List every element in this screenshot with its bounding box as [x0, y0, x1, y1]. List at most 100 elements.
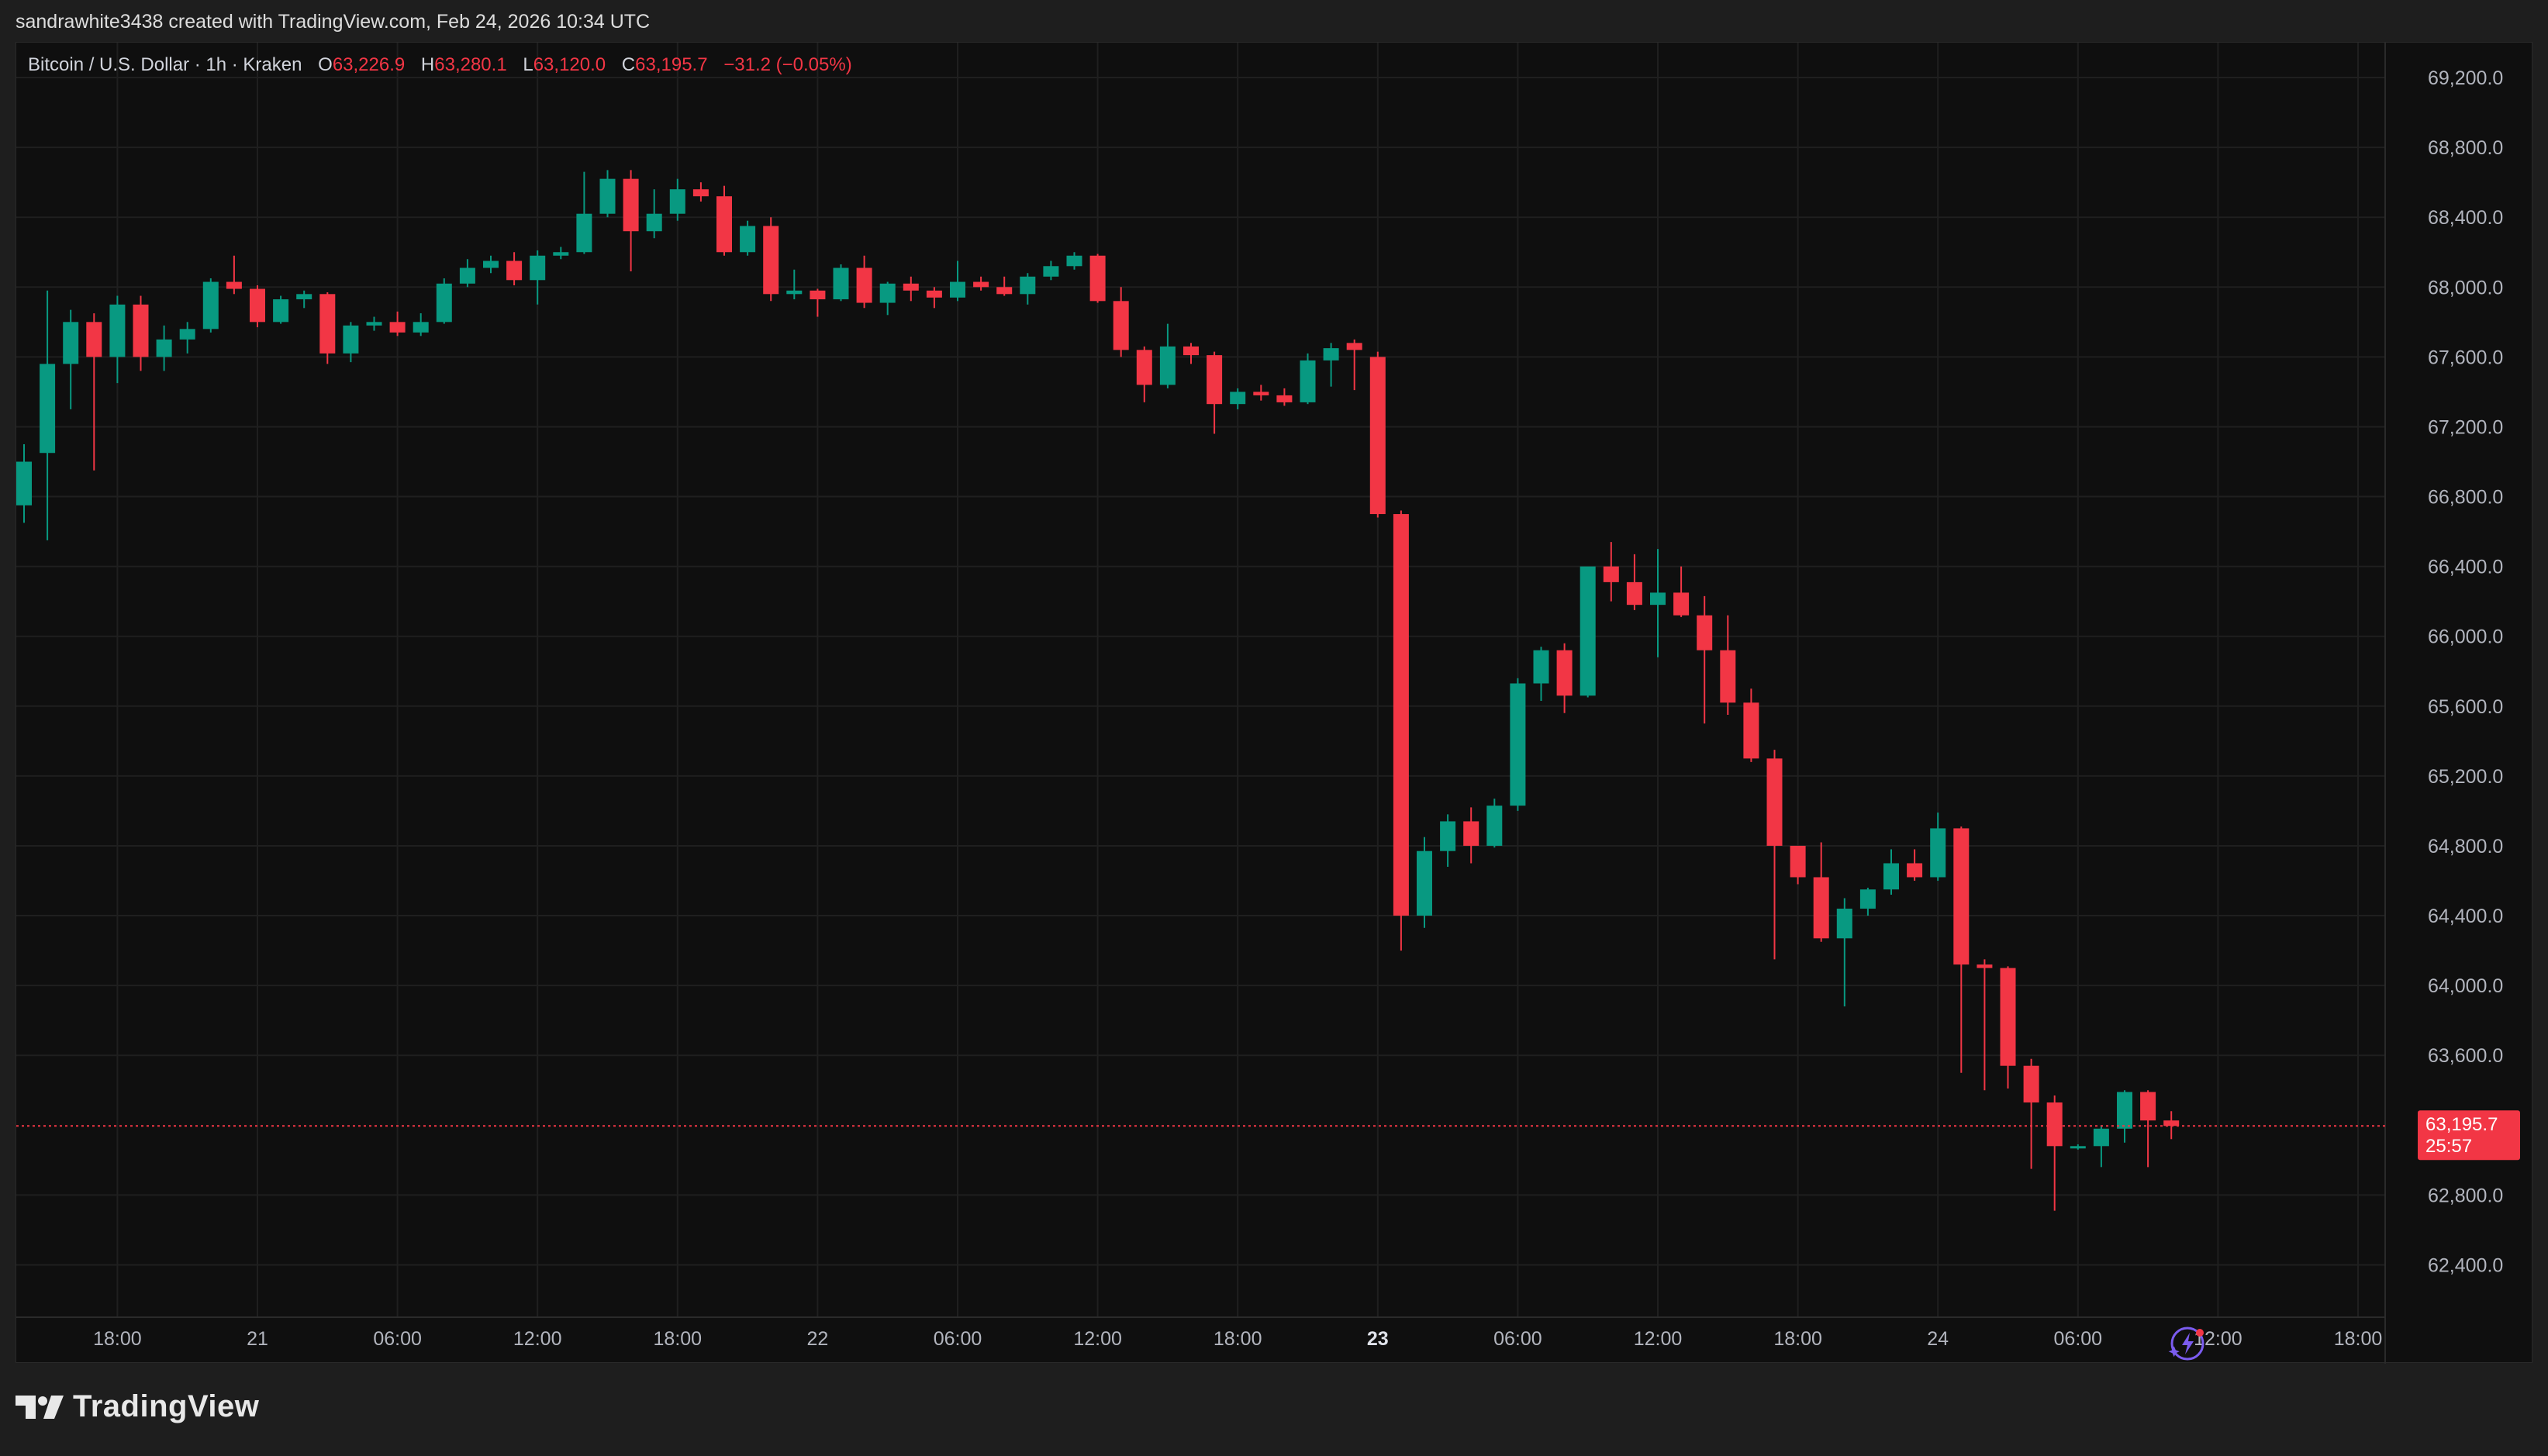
y-tick-label: 68,400.0 — [2428, 207, 2503, 229]
tradingview-logo[interactable]: TradingView — [16, 1389, 259, 1424]
candle-up — [1159, 323, 1176, 388]
x-tick-label: 18:00 — [654, 1328, 703, 1350]
candle-down — [692, 182, 709, 202]
candle-up — [1533, 647, 1549, 702]
candle-up — [1440, 814, 1456, 867]
candle-body — [273, 299, 289, 323]
candle-down — [1953, 826, 1970, 1073]
candle-body — [692, 189, 709, 197]
candle-down — [1673, 566, 1690, 617]
legend-symbol[interactable]: Bitcoin / U.S. Dollar · 1h · Kraken — [28, 54, 302, 75]
candle-body — [2093, 1128, 2109, 1147]
y-tick-label: 66,400.0 — [2428, 557, 2503, 578]
legend-change: −31.2 (−0.05%) — [723, 54, 852, 75]
candle-body — [996, 287, 1013, 295]
candle-up — [63, 309, 79, 409]
candle-body — [1440, 821, 1456, 851]
candle-up — [576, 171, 592, 254]
candle-body — [16, 461, 32, 505]
candle-body — [2023, 1065, 2039, 1102]
price-tag-value: 63,195.7 — [2425, 1114, 2498, 1135]
candle-down — [1556, 643, 1573, 713]
candle-up — [1883, 849, 1899, 895]
x-tick-label: 06:00 — [1493, 1328, 1542, 1350]
candle-body — [1020, 276, 1036, 295]
chart-area[interactable]: 69,200.0 68,800.0 68,400.0 68,000.0 67,600.0… — [16, 42, 2533, 1364]
candle-down — [1089, 254, 1106, 303]
y-tick-label: 68,000.0 — [2428, 277, 2503, 298]
x-tick-label: 06:00 — [934, 1328, 982, 1350]
candle-up — [1510, 678, 1526, 811]
legend-close-label: C — [621, 54, 636, 75]
candlestick-chart[interactable]: 69,200.0 68,800.0 68,400.0 68,000.0 67,600.0… — [16, 43, 2533, 1364]
candle-down — [1813, 842, 1829, 942]
candle-body — [1556, 650, 1573, 696]
candle-down — [1907, 849, 1923, 881]
candle-down — [226, 255, 242, 295]
x-tick-label: 12:00 — [1073, 1328, 1122, 1350]
candle-body — [1417, 850, 1432, 916]
candle-body — [1369, 357, 1386, 515]
candle-body — [1743, 702, 1759, 759]
candle-body — [2140, 1092, 2156, 1121]
candle-body — [1813, 877, 1829, 939]
candle-body — [833, 267, 849, 300]
candle-body — [740, 226, 756, 253]
candle-body — [1510, 683, 1526, 806]
y-tick-label: 67,200.0 — [2428, 416, 2503, 438]
candle-down — [1697, 595, 1713, 724]
y-tick-label: 68,800.0 — [2428, 137, 2503, 159]
tradingview-wordmark: TradingView — [73, 1389, 260, 1423]
candle-body — [599, 178, 616, 214]
candle-up — [273, 295, 289, 324]
candle-body — [1089, 255, 1106, 302]
x-tick-label: 22 — [806, 1328, 828, 1350]
candle-down — [86, 313, 102, 471]
x-tick-label: 23 — [1367, 1328, 1389, 1350]
candle-down — [506, 252, 523, 286]
x-tick-label: 18:00 — [2334, 1328, 2383, 1350]
candle-body — [879, 283, 896, 303]
candle-body — [459, 267, 475, 284]
candle-body — [1276, 395, 1293, 402]
x-axis[interactable]: 18:00 21 06:00 12:00 18:00 22 06:00 12:00 18:00 2… — [93, 1328, 2382, 1350]
candle-body — [623, 178, 639, 232]
legend-open-label: O — [318, 54, 333, 75]
candle-up — [1650, 549, 1666, 657]
candle-body — [1697, 615, 1713, 650]
candle-down — [1393, 510, 1409, 951]
candle-down — [389, 311, 406, 336]
candle-body — [669, 189, 685, 214]
candle-up — [669, 178, 685, 221]
candle-body — [1580, 566, 1596, 696]
legend-low-label: L — [523, 54, 533, 75]
candle-up — [646, 189, 662, 239]
candle-down — [623, 170, 639, 272]
candle-up — [202, 278, 219, 333]
candle-body — [1859, 889, 1876, 909]
price-tag-countdown: 25:57 — [2425, 1136, 2472, 1157]
y-tick-label: 62,400.0 — [2428, 1254, 2503, 1276]
candle-down — [2023, 1058, 2039, 1169]
candle-body — [950, 281, 965, 298]
candle-up — [1486, 799, 1503, 848]
candle-up — [16, 443, 32, 523]
legend-high-label: H — [420, 54, 435, 75]
candle-body — [1346, 343, 1362, 350]
x-tick-label: 06:00 — [373, 1328, 422, 1350]
candle-body — [646, 213, 662, 232]
candle-body — [40, 364, 56, 454]
y-tick-label: 69,200.0 — [2428, 67, 2503, 89]
candle-body — [1603, 566, 1619, 582]
y-axis[interactable]: 69,200.0 68,800.0 68,400.0 68,000.0 67,600.0… — [2428, 67, 2503, 1276]
candle-body — [1300, 360, 1316, 402]
candle-body — [319, 294, 336, 354]
candle-up — [599, 170, 616, 218]
candle-down — [1790, 845, 1806, 885]
candle-up — [1066, 252, 1082, 270]
y-tick-label: 65,200.0 — [2428, 766, 2503, 788]
candle-down — [903, 276, 919, 302]
candle-body — [1113, 301, 1129, 350]
candle-down — [2046, 1095, 2063, 1211]
candle-body — [1907, 863, 1923, 878]
